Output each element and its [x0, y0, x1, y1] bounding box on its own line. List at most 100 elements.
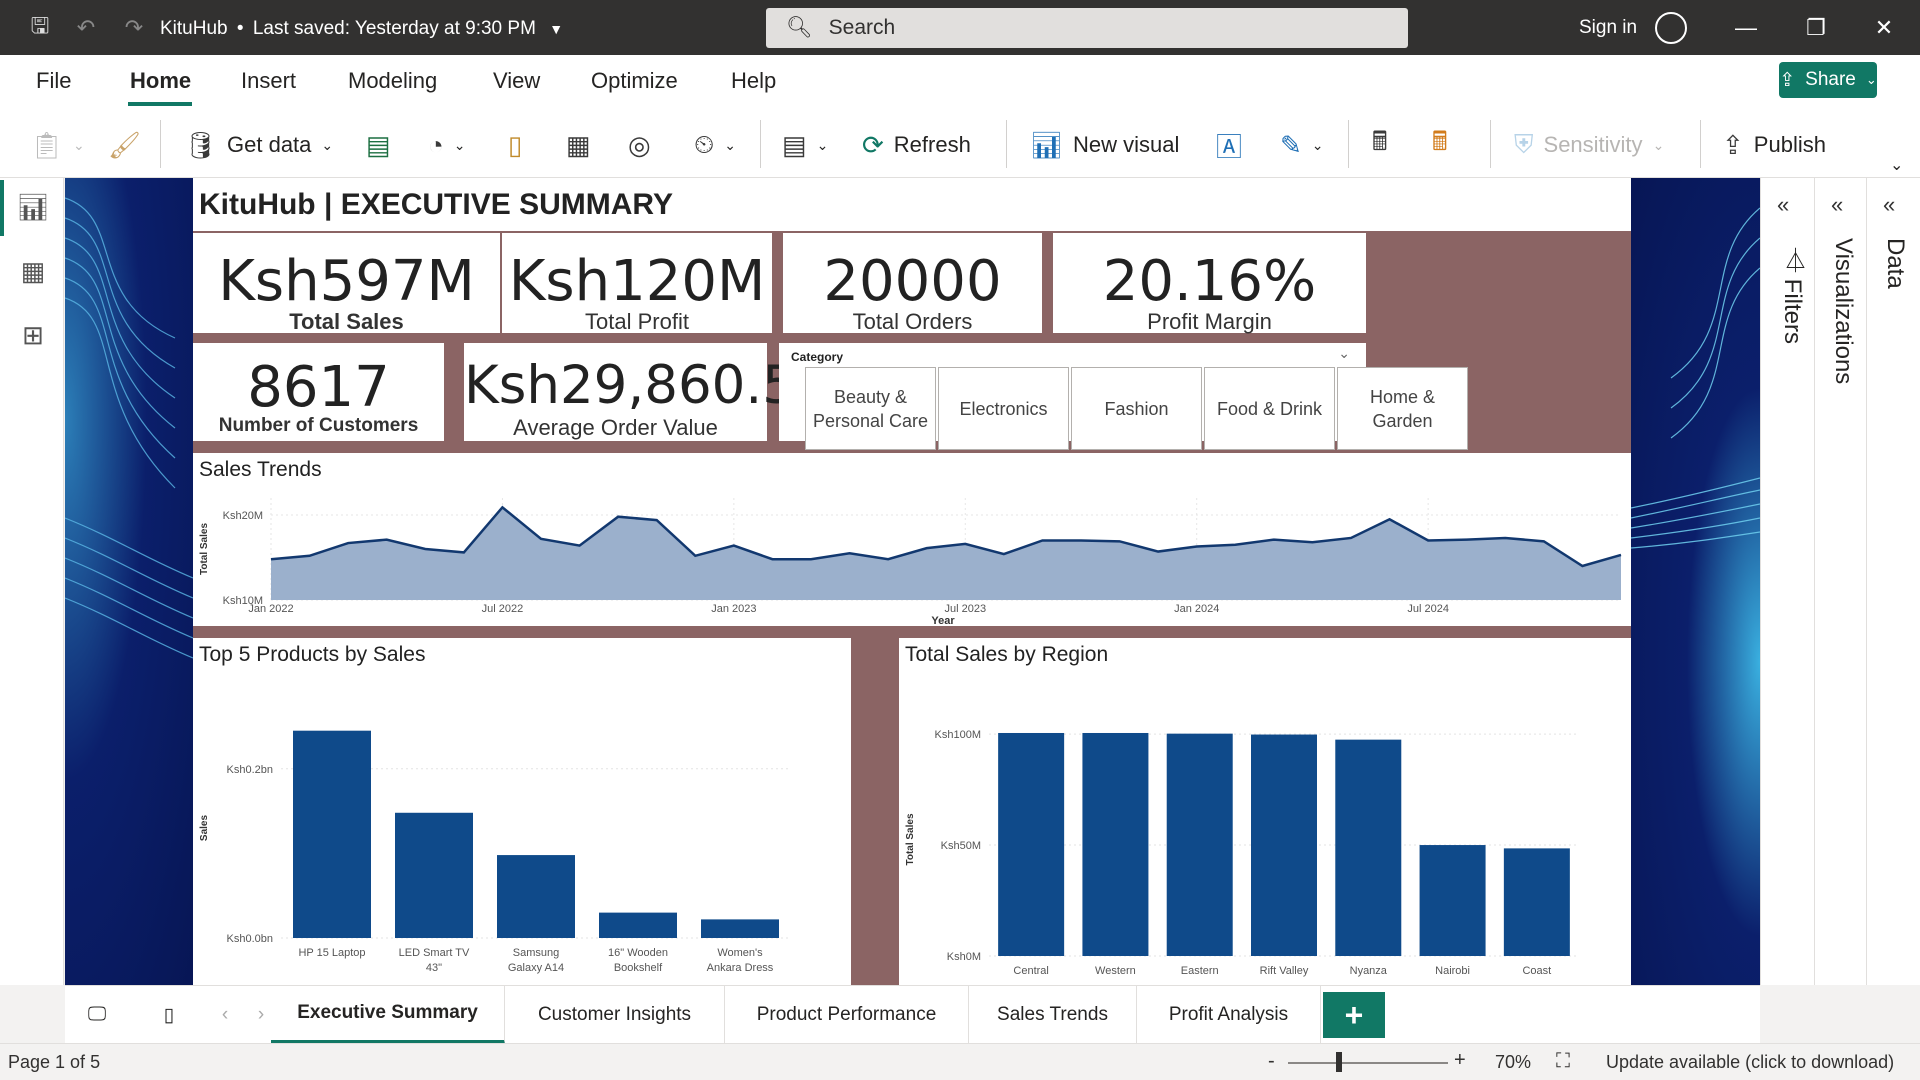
left-view-nav: 📊︎ ▦ ⊞ [0, 178, 64, 985]
data-pane[interactable]: « Data [1866, 178, 1920, 985]
more-visuals-button[interactable]: ✎ ⌄ [1280, 128, 1324, 162]
kpi-label: Total Orders [852, 309, 973, 334]
menu-view[interactable]: View [493, 68, 540, 94]
zoom-slider-handle[interactable] [1336, 1052, 1342, 1072]
tab-customer-insights[interactable]: Customer Insights [505, 986, 725, 1044]
zoom-slider-track[interactable] [1288, 1062, 1448, 1064]
avatar-icon[interactable] [1655, 12, 1687, 44]
recent-sources-button[interactable]: ⏲︎ ⌄ [694, 128, 736, 162]
kpi-card-total-profit[interactable]: Ksh120M Total Profit [502, 233, 772, 334]
tab-executive-summary[interactable]: Executive Summary [271, 986, 505, 1044]
filters-pane[interactable]: « ⏃ Filters [1760, 178, 1814, 985]
collapse-chevron-icon[interactable]: « [1883, 192, 1895, 218]
report-view-icon[interactable]: 📊︎ [16, 190, 50, 224]
tab-profit-analysis[interactable]: Profit Analysis [1137, 986, 1321, 1044]
new-visual-label: New visual [1073, 132, 1180, 157]
add-page-button[interactable]: + [1323, 992, 1385, 1038]
new-measure-button[interactable]: 🖩 [1372, 126, 1388, 162]
ribbon-collapse-chevron-icon[interactable]: ⌄ [1890, 148, 1903, 182]
visualizations-pane[interactable]: « Visualizations [1814, 178, 1868, 985]
get-data-button[interactable]: 🛢︎ Get data ⌄ [184, 128, 333, 162]
text-box-button[interactable]: 🄰 [1216, 128, 1242, 162]
zoom-in-icon[interactable]: + [1454, 1049, 1466, 1072]
undo-icon[interactable]: ↶ [72, 14, 100, 42]
bar [497, 855, 575, 938]
x-tick-label: Jul 2022 [482, 603, 524, 615]
fit-to-page-icon[interactable]: ⛶ [1556, 1050, 1570, 1073]
share-label: Share [1805, 69, 1856, 90]
slicer-option-beauty[interactable]: Beauty & Personal Care [805, 367, 936, 450]
collapse-chevron-icon[interactable]: « [1831, 192, 1843, 218]
report-header: KituHub | EXECUTIVE SUMMARY [193, 178, 1631, 231]
publish-button[interactable]: ⇪ Publish [1722, 128, 1826, 162]
transform-data-button[interactable]: ▤ ⌄ [782, 128, 828, 162]
mobile-layout-icon[interactable]: ▯ [137, 986, 201, 1044]
save-icon[interactable]: 🖫 [26, 13, 54, 42]
format-painter-button[interactable]: 🖌︎ [108, 128, 141, 162]
slicer-option-food-drink[interactable]: Food & Drink [1204, 367, 1335, 450]
page-tabs-bar: 🖵 ▯ ‹ › Executive Summary Customer Insig… [65, 985, 1760, 1044]
model-view-icon[interactable]: ⊞ [16, 318, 50, 352]
excel-button[interactable]: ▤ [366, 128, 391, 162]
chevron-down-icon: ⌄ [453, 136, 466, 153]
onelake-button[interactable]: ◔ ⌄ [428, 128, 465, 162]
search-placeholder: Search [828, 16, 896, 39]
document-title[interactable]: KituHub • Last saved: Yesterday at 9:30 … [160, 18, 563, 40]
new-visual-button[interactable]: 📊︎ New visual [1030, 128, 1179, 162]
clipboard-icon: 📋︎ [30, 129, 64, 160]
data-label: Data [1882, 238, 1909, 289]
menu-file[interactable]: File [36, 68, 71, 94]
region-sales-chart[interactable]: Total Sales by Region Ksh0M Ksh50M Ksh100M… [899, 638, 1631, 985]
redo-icon[interactable]: ↷ [120, 14, 148, 42]
slicer-option-electronics[interactable]: Electronics [938, 367, 1069, 450]
menu-optimize[interactable]: Optimize [591, 68, 678, 94]
bar [1082, 732, 1149, 956]
kpi-card-average-order-value[interactable]: Ksh29,860.53 Average Order Value [464, 343, 830, 441]
refresh-button[interactable]: ⟳ Refresh [862, 128, 971, 162]
chevron-down-icon[interactable]: ⌄ [1338, 345, 1350, 362]
kpi-value: Ksh597M [218, 249, 475, 314]
minimize-icon[interactable]: — [1728, 10, 1764, 46]
table-view-icon[interactable]: ▦ [16, 254, 50, 288]
zoom-out-icon[interactable]: - [1268, 1050, 1275, 1073]
menu-modeling[interactable]: Modeling [348, 68, 437, 94]
kpi-label: Average Order Value [513, 415, 718, 440]
kpi-card-total-orders[interactable]: 20000 Total Orders [783, 233, 1042, 334]
restore-icon[interactable]: ❐ [1798, 10, 1834, 46]
sql-button[interactable]: ▯ [508, 128, 522, 162]
get-data-label: Get data [227, 132, 312, 157]
ribbon-separator [1490, 120, 1491, 168]
slicer-option-fashion[interactable]: Fashion [1071, 367, 1202, 450]
dataverse-button[interactable]: ◎ [628, 128, 651, 162]
sensitivity-button[interactable]: ⛨ Sensitivity ⌄ [1514, 128, 1664, 162]
desktop-layout-icon[interactable]: 🖵 [65, 986, 129, 1044]
close-icon[interactable]: ✕ [1866, 10, 1902, 46]
kpi-card-total-sales[interactable]: Ksh597M Total Sales [193, 233, 500, 334]
sales-trends-chart[interactable]: Sales Trends Jan 2022 Jul 2022 Jan 2023 Jul… [193, 453, 1631, 626]
update-available-link[interactable]: Update available (click to download) [1606, 1052, 1894, 1073]
menu-home[interactable]: Home [130, 68, 191, 94]
chevron-down-icon[interactable]: ▼ [549, 21, 563, 37]
tab-scroll-left-icon[interactable]: ‹ [205, 986, 245, 1044]
x-tick-label: Jul 2023 [944, 603, 986, 615]
share-button[interactable]: ⇪ Share ⌄ [1779, 62, 1877, 98]
collapse-chevron-icon[interactable]: « [1777, 192, 1789, 218]
enter-data-button[interactable]: ▦ [566, 128, 591, 162]
quick-measure-button[interactable]: 🖩 [1432, 126, 1448, 162]
menu-insert[interactable]: Insert [241, 68, 296, 94]
bar [599, 912, 677, 938]
menu-help[interactable]: Help [731, 68, 776, 94]
tab-sales-trends[interactable]: Sales Trends [969, 986, 1137, 1044]
kpi-card-profit-margin[interactable]: 20.16% Profit Margin [1053, 233, 1366, 334]
slicer-option-home-garden[interactable]: Home & Garden [1337, 367, 1468, 450]
sign-in-link[interactable]: Sign in [1579, 17, 1637, 39]
kpi-card-number-of-customers[interactable]: 8617 Number of Customers [193, 343, 444, 441]
chevron-down-icon: ⌄ [816, 136, 829, 153]
top-products-chart[interactable]: Top 5 Products by Sales Ksh0.0bn Ksh0.2bn… [193, 638, 851, 985]
filters-text: Filters [1779, 278, 1806, 345]
paste-button[interactable]: 📋︎ ⌄ [30, 128, 85, 162]
tab-product-performance[interactable]: Product Performance [725, 986, 969, 1044]
search-input[interactable]: 🔍︎ Search [766, 8, 1408, 48]
chevron-down-icon: ⌄ [73, 136, 85, 153]
y-tick-label: Ksh20M [223, 510, 263, 522]
